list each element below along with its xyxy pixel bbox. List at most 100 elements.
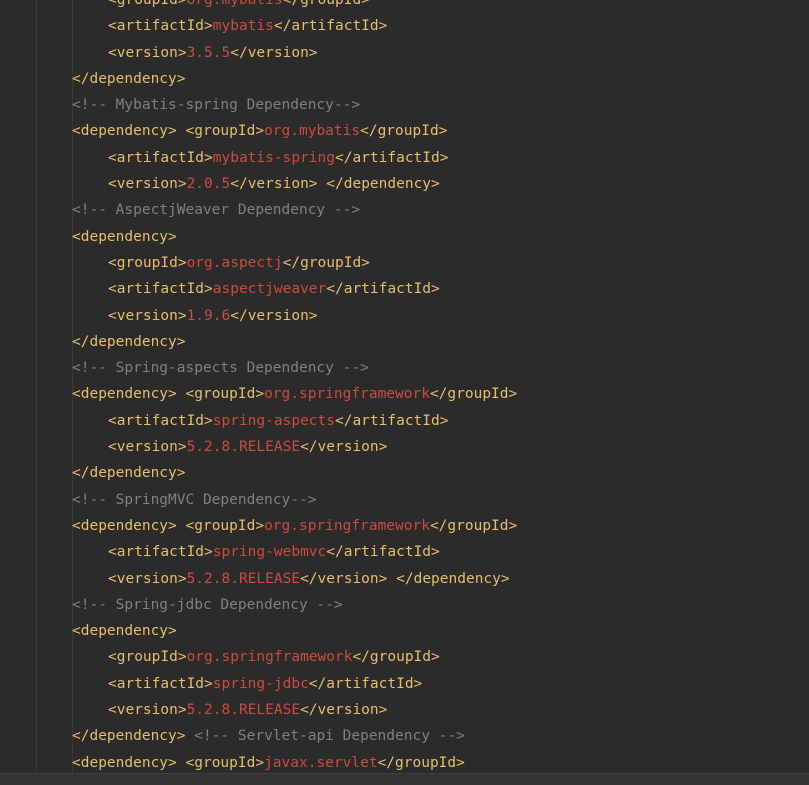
code-line-text: <groupId>org.mybatis</groupId> [108,0,370,13]
xml-value: org.springframework [264,386,430,403]
code-line[interactable]: </dependency> [0,66,809,92]
xml-tag: </version> [300,570,388,587]
xml-tag: </dependency> [72,333,186,350]
code-line[interactable]: <!-- Spring-jdbc Dependency --> [0,592,809,618]
code-line[interactable]: <groupId>org.mybatis</groupId> [0,0,809,13]
code-line[interactable]: <groupId>org.springframework</groupId> [0,644,809,670]
code-line[interactable]: <dependency> <groupId>org.springframewor… [0,381,809,407]
code-line[interactable]: <groupId>org.aspectj</groupId> [0,250,809,276]
code-line-text: <artifactId>spring-aspects</artifactId> [108,408,448,434]
code-line-text: <dependency> [72,618,177,644]
xml-tag: </artifactId> [334,412,449,429]
code-line-text: </dependency> <!-- Servlet-api Dependenc… [72,723,465,749]
code-line[interactable]: <!-- Spring-aspects Dependency --> [0,355,809,381]
code-line[interactable]: <artifactId>spring-jdbc</artifactId> [0,671,809,697]
xml-value: spring-webmvc [212,544,327,561]
xml-tag: <version> [108,439,187,456]
code-line-text: <!-- Mybatis-spring Dependency--> [72,92,360,118]
code-line-text: <artifactId>mybatis</artifactId> [108,13,387,39]
code-line-text: <artifactId>spring-webmvc</artifactId> [108,539,440,565]
code-line[interactable]: <version>1.9.6</version> [0,303,809,329]
xml-value: org.springframework [186,649,353,666]
code-line[interactable]: <version>3.5.5</version> [0,40,809,66]
horizontal-scrollbar[interactable] [0,773,809,785]
code-line[interactable]: <dependency> <groupId>org.mybatis</group… [0,118,809,144]
code-line[interactable]: <version>5.2.8.RELEASE</version> [0,434,809,460]
xml-tag: <dependency> [72,517,177,534]
code-line[interactable]: <version>5.2.8.RELEASE</version> [0,697,809,723]
code-line[interactable]: <artifactId>mybatis</artifactId> [0,13,809,39]
code-line-text: <version>5.2.8.RELEASE</version> [108,697,387,723]
xml-value: 5.2.8.RELEASE [186,439,301,456]
code-line[interactable]: <version>2.0.5</version> </dependency> [0,171,809,197]
xml-value: org.aspectj [186,254,283,271]
xml-value: javax.servlet [264,754,378,771]
code-line[interactable]: <dependency> <groupId>org.springframewor… [0,513,809,539]
code-line[interactable]: </dependency> [0,329,809,355]
xml-tag: <artifactId> [108,149,213,166]
code-line-text: </dependency> [72,66,186,92]
code-line-text: <dependency> <groupId>org.mybatis</group… [72,118,447,144]
code-line-text: </dependency> [72,460,186,486]
code-line[interactable]: </dependency> <!-- Servlet-api Dependenc… [0,723,809,749]
xml-value: mybatis-spring [212,149,335,166]
code-line[interactable]: <dependency> [0,224,809,250]
xml-comment: <!-- Spring-aspects Dependency --> [72,360,369,377]
xml-tag: </dependency> [396,570,510,587]
code-line-text: <!-- SpringMVC Dependency--> [72,487,316,513]
xml-tag: </version> [230,176,318,193]
code-line-text: <artifactId>spring-jdbc</artifactId> [108,671,422,697]
xml-tag: <dependency> [72,623,177,640]
xml-tag: </groupId> [429,517,518,534]
code-line[interactable]: <artifactId>aspectjweaver</artifactId> [0,276,809,302]
xml-comment: <!-- SpringMVC Dependency--> [72,491,317,508]
code-line-text: <dependency> <groupId>org.springframewor… [72,513,517,539]
code-line[interactable]: <version>5.2.8.RELEASE</version> </depen… [0,566,809,592]
xml-comment: <!-- Servlet-api Dependency --> [194,728,465,745]
xml-tag: <artifactId> [108,412,213,429]
xml-tag: </artifactId> [273,18,388,35]
code-line-text: <artifactId>mybatis-spring</artifactId> [108,145,448,171]
xml-value: org.springframework [264,517,430,534]
xml-value: 2.0.5 [186,176,231,193]
xml-tag: </artifactId> [308,675,423,692]
code-line[interactable]: <artifactId>spring-webmvc</artifactId> [0,539,809,565]
xml-tag: <groupId> [108,254,187,271]
xml-tag: <groupId> [185,754,265,771]
xml-tag: </groupId> [429,386,518,403]
code-line[interactable]: <!-- AspectjWeaver Dependency --> [0,197,809,223]
code-line-text: <dependency> <groupId>org.springframewor… [72,381,517,407]
xml-tag: <groupId> [185,386,265,403]
code-content[interactable]: <groupId>org.mybatis</groupId> <artifactI… [0,0,809,776]
code-line[interactable]: <dependency> [0,618,809,644]
xml-tag: </groupId> [377,754,465,771]
code-line-text: <dependency> [72,224,177,250]
code-line[interactable]: </dependency> [0,460,809,486]
code-editor[interactable]: <groupId>org.mybatis</groupId> <artifactI… [0,0,809,785]
code-line-text: <version>2.0.5</version> </dependency> [108,171,440,197]
xml-tag: <artifactId> [108,544,213,561]
code-line[interactable]: <!-- SpringMVC Dependency--> [0,487,809,513]
xml-tag: <groupId> [108,0,187,8]
code-line-text: </dependency> [72,329,186,355]
xml-tag: <dependency> [72,123,177,140]
xml-tag: <groupId> [185,517,265,534]
code-line[interactable]: <artifactId>mybatis-spring</artifactId> [0,145,809,171]
code-line-text: <dependency> <groupId>javax.servlet</gro… [72,750,465,776]
xml-tag: </groupId> [360,123,448,140]
xml-tag: <groupId> [108,649,187,666]
xml-tag: <version> [108,570,187,587]
code-line[interactable]: <!-- Mybatis-spring Dependency--> [0,92,809,118]
xml-value: org.mybatis [186,0,283,8]
xml-tag: <version> [108,176,187,193]
code-line-text: <!-- Spring-jdbc Dependency --> [72,592,343,618]
xml-tag: </groupId> [282,254,370,271]
code-line[interactable]: <artifactId>spring-aspects</artifactId> [0,408,809,434]
code-line-text: <artifactId>aspectjweaver</artifactId> [108,276,440,302]
xml-tag: <version> [108,44,187,61]
code-line[interactable]: <dependency> <groupId>javax.servlet</gro… [0,750,809,776]
